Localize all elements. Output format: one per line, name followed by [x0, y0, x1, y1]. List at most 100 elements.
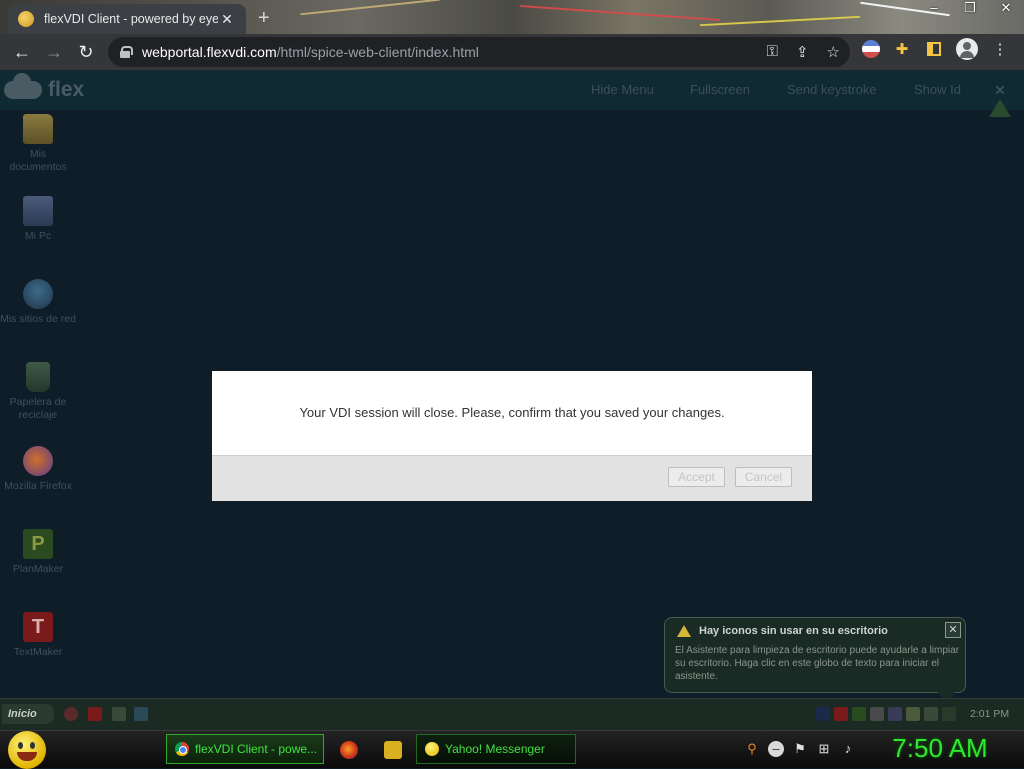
star-icon[interactable]: ☆ [827, 43, 840, 61]
volume-tray-icon[interactable] [924, 707, 938, 721]
warning-icon [677, 625, 691, 637]
desktop-icon-label: Mis sitios de red [0, 313, 76, 325]
taskbar-item-label: Yahoo! Messenger [445, 742, 545, 756]
browser-toolbar: ← → ↻ webportal.flexvdi.com/html/spice-w… [0, 34, 1024, 70]
hide-menu-link[interactable]: Hide Menu [591, 82, 654, 97]
browser-tab-active[interactable]: flexVDI Client - powered by eyeC ✕ [8, 4, 246, 34]
desktop-icon-mi-pc[interactable]: Mi Pc [0, 196, 76, 243]
network-places-icon [23, 279, 53, 309]
quicklaunch-browser-icon[interactable] [64, 707, 78, 721]
desktop-icon-papelera[interactable]: Papelera de reciclaje [0, 362, 76, 422]
flexvdi-client-page: flex Hide Menu Fullscreen Send keystroke… [0, 70, 1024, 730]
side-panel-icon[interactable] [927, 42, 941, 56]
desktop-icon-firefox[interactable]: Mozilla Firefox [0, 446, 76, 493]
folder-icon [23, 114, 53, 144]
mail-tray-icon[interactable] [888, 707, 902, 721]
dialog-footer: Accept Cancel [212, 455, 812, 501]
flexvdi-close-button[interactable]: ✕ [988, 82, 1012, 118]
send-keystroke-link[interactable]: Send keystroke [787, 82, 877, 97]
yahoo-messenger-icon [425, 742, 439, 756]
quicklaunch-desktop-icon[interactable] [134, 707, 148, 721]
browser-tab-strip: flexVDI Client - powered by eyeC ✕ + – ❐… [0, 0, 1024, 34]
url-host: webportal.flexvdi.com [142, 44, 277, 60]
desktop-icon-mis-sitios-de-red[interactable]: Mis sitios de red [0, 279, 76, 326]
presentations-tray-icon[interactable] [870, 707, 884, 721]
taskbar-item-yahoo-messenger[interactable]: Yahoo! Messenger [416, 734, 576, 764]
taskbar-item-label: flexVDI Client - powe... [195, 742, 318, 756]
search-icon[interactable]: ⚲ [744, 741, 760, 757]
desktop-icon-label: Mis documentos [9, 148, 67, 173]
balloon-text: El Asistente para limpieza de escritorio… [675, 645, 960, 682]
accept-button[interactable]: Accept [668, 467, 725, 487]
network-tray-icon[interactable] [906, 707, 920, 721]
key-icon[interactable]: ⚿ [767, 43, 778, 61]
account-avatar-icon[interactable] [956, 38, 978, 60]
minimize-button[interactable]: – [924, 0, 944, 16]
desktop-icon-label: TextMaker [13, 646, 63, 658]
folder-icon[interactable] [384, 741, 402, 759]
planmaker-icon: P [23, 529, 53, 559]
balloon-close-button[interactable]: ✕ [945, 622, 961, 638]
extensions-puzzle-icon[interactable]: ✚ [892, 39, 912, 59]
reload-button[interactable]: ↻ [70, 36, 102, 68]
url-path: /html/spice-web-client/index.html [276, 44, 479, 60]
fullscreen-link[interactable]: Fullscreen [690, 82, 750, 97]
cloud-icon [4, 73, 42, 99]
session-close-dialog: Your VDI session will close. Please, con… [212, 371, 812, 501]
local-clock[interactable]: 7:50 AM [880, 733, 1000, 764]
local-taskbar: flexVDI Client - powe... Yahoo! Messenge… [0, 730, 1024, 769]
forward-button[interactable]: → [38, 36, 70, 68]
logo-text: flex [48, 78, 85, 101]
eye-triangle-icon [989, 99, 1011, 117]
balloon-title: Hay iconos sin usar en su escritorio [699, 625, 888, 637]
window-close-button[interactable]: ✕ [996, 0, 1016, 16]
show-id-link[interactable]: Show Id [914, 82, 961, 97]
remote-tray [816, 707, 956, 721]
desktop-icon-mis-documentos[interactable]: Mis documentos [0, 114, 76, 174]
cancel-button[interactable]: Cancel [735, 467, 792, 487]
start-smiley-icon[interactable] [8, 731, 46, 769]
flexvdi-logo: flex [4, 73, 85, 102]
lock-icon[interactable] [120, 46, 133, 58]
status-icon[interactable]: – [768, 741, 784, 757]
remote-clock: 2:01 PM [970, 708, 1010, 720]
tab-title: flexVDI Client - powered by eyeC [44, 12, 218, 26]
remote-taskbar: Inicio 2:01 PM [0, 698, 1024, 730]
quicklaunch-textmaker-icon[interactable] [88, 707, 102, 721]
desktop-cleanup-balloon[interactable]: Hay iconos sin usar en su escritorio ✕ E… [664, 617, 966, 704]
tab-close-icon[interactable]: ✕ [218, 11, 236, 28]
chrome-icon [175, 742, 189, 756]
firefox-icon [23, 446, 53, 476]
desktop-icon-label: Mozilla Firefox [4, 480, 72, 492]
cleanup-tray-icon[interactable] [942, 707, 956, 721]
profile-flag-icon[interactable] [862, 40, 880, 58]
wallpaper-decoration [520, 5, 720, 21]
start-button[interactable]: Inicio [2, 704, 54, 724]
share-icon[interactable]: ⇪ [796, 43, 809, 61]
textmaker-icon: T [23, 612, 53, 642]
firefox-icon[interactable] [340, 741, 358, 759]
planmaker-tray-icon[interactable] [852, 707, 866, 721]
wallpaper-decoration [300, 0, 440, 16]
new-tab-button[interactable]: + [258, 7, 270, 30]
window-controls: – ❐ ✕ [924, 0, 1016, 16]
textmaker-tray-icon[interactable] [834, 707, 848, 721]
flag-icon[interactable]: ⚑ [792, 741, 808, 757]
desktop-icon-textmaker[interactable]: T TextMaker [0, 612, 76, 659]
flexvdi-menu-bar: flex Hide Menu Fullscreen Send keystroke… [0, 70, 1024, 117]
network-icon[interactable]: ⊞ [816, 741, 832, 757]
tab-favicon-icon [18, 11, 34, 27]
desktop-icon-planmaker[interactable]: P PlanMaker [0, 529, 76, 576]
kebab-menu-icon[interactable]: ⋮ [990, 39, 1010, 59]
quicklaunch-app-icon[interactable] [112, 707, 126, 721]
wallpaper-decoration [700, 15, 860, 27]
taskbar-item-flexvdi[interactable]: flexVDI Client - powe... [166, 734, 324, 764]
back-button[interactable]: ← [6, 36, 38, 68]
desktop-icon-label: Papelera de reciclaje [9, 396, 67, 421]
language-icon[interactable] [816, 707, 830, 721]
address-bar[interactable]: webportal.flexvdi.com/html/spice-web-cli… [108, 37, 850, 67]
restore-button[interactable]: ❐ [960, 0, 980, 16]
computer-icon [23, 196, 53, 226]
volume-icon[interactable]: ♪ [840, 741, 856, 757]
close-icon: ✕ [994, 82, 1006, 98]
